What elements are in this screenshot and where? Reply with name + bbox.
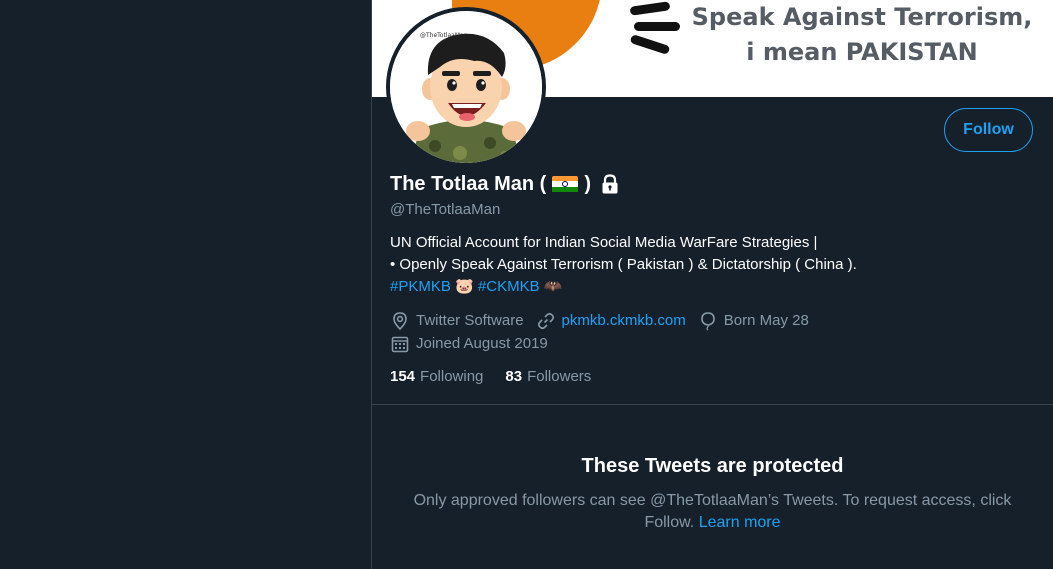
banner-text-line1: Speak Against Terrorism, [691, 3, 1033, 31]
banner-text-line2: i mean PAKISTAN [746, 38, 978, 66]
profile-stats: 154 Following 83 Followers [390, 366, 613, 388]
profile-page: Speak Against Terrorism, i mean PAKISTAN… [0, 0, 1053, 569]
bio-line-1: UN Official Account for Indian Social Me… [390, 234, 818, 251]
banner-text: Speak Against Terrorism, i mean PAKISTAN [662, 0, 1053, 70]
birthday-item: Born May 28 [698, 310, 809, 332]
location-pin-icon [393, 312, 407, 331]
following-label: Following [420, 368, 484, 385]
section-divider [372, 404, 1053, 405]
follow-button[interactable]: Follow [944, 108, 1033, 152]
protected-title: These Tweets are protected [581, 455, 844, 477]
profile-meta-row: Twitter Software pkmkb.ckmkb.com Born Ma… [390, 310, 821, 332]
bat-emoji-icon: 🦇 [543, 278, 563, 296]
following-stat[interactable]: 154 Following [390, 366, 483, 388]
avatar[interactable]: @TheTotlaaMan [386, 7, 546, 167]
india-flag-icon [552, 175, 579, 193]
lock-icon [599, 173, 621, 195]
bio-line-2: • Openly Speak Against Terrorism ( Pakis… [390, 256, 857, 273]
profile-name-text: The Totlaa Man ( [390, 172, 547, 195]
profile-joined-row: Joined August 2019 [390, 333, 560, 355]
location-text: Twitter Software [416, 312, 524, 329]
profile-name: The Totlaa Man ( ) [390, 170, 621, 198]
followers-label: Followers [527, 368, 592, 385]
avatar-cartoon-icon: @TheTotlaaMan [390, 11, 542, 163]
pig-emoji-icon: 🐷 [455, 278, 474, 296]
hashtag-ckmkb[interactable]: #CKMKB [478, 278, 540, 295]
protected-text-block: Only approved followers can see @TheTotl… [398, 490, 1028, 534]
balloon-icon [700, 312, 715, 331]
profile-name-close: ) [584, 172, 591, 195]
profile-column: Speak Against Terrorism, i mean PAKISTAN… [371, 0, 1053, 569]
learn-more-link[interactable]: Learn more [699, 514, 781, 531]
joined-item: Joined August 2019 [390, 333, 548, 355]
calendar-icon [391, 336, 409, 353]
birthday-text: Born May 28 [723, 312, 809, 329]
protected-tweets-notice: These Tweets are protected Only approved… [372, 452, 1053, 534]
location-item: Twitter Software [390, 310, 524, 332]
profile-bio: UN Official Account for Indian Social Me… [390, 232, 1030, 298]
followers-stat[interactable]: 83 Followers [505, 366, 591, 388]
website-link[interactable]: pkmkb.ckmkb.com [562, 310, 686, 332]
joined-text: Joined August 2019 [416, 335, 548, 352]
hashtag-pkmkb[interactable]: #PKMKB [390, 278, 451, 295]
website-item: pkmkb.ckmkb.com [536, 310, 686, 332]
link-icon [537, 312, 554, 330]
profile-handle: @TheTotlaaMan [390, 201, 501, 218]
followers-count: 83 [505, 368, 523, 385]
following-count: 154 [390, 368, 416, 385]
bio-line-3: #PKMKB 🐷 #CKMKB 🦇 [390, 276, 1030, 298]
